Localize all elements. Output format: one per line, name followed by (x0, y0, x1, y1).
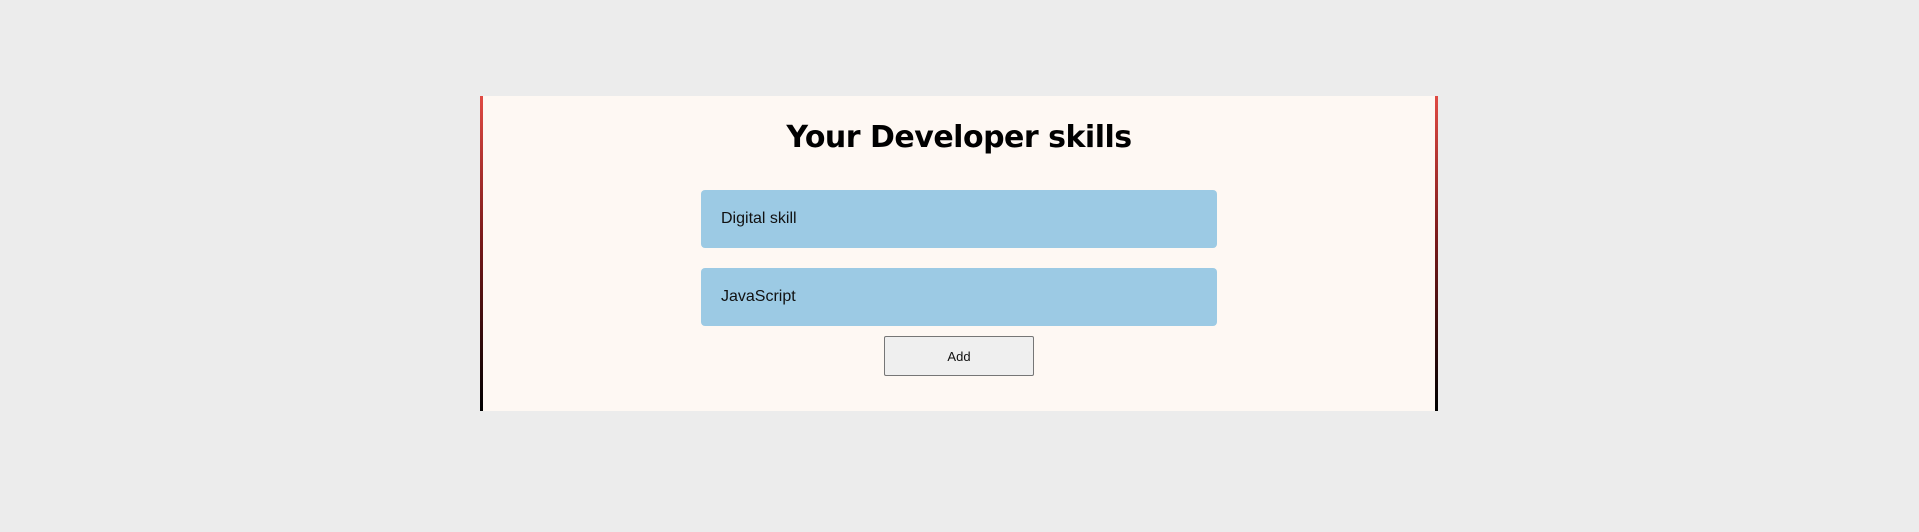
add-skill-button[interactable]: Add (884, 336, 1034, 376)
page-title: Your Developer skills (786, 120, 1132, 155)
skills-card: Your Developer skills Add (480, 96, 1438, 411)
skill-list (701, 190, 1217, 346)
skill-input[interactable] (701, 268, 1217, 326)
skill-input[interactable] (701, 190, 1217, 248)
